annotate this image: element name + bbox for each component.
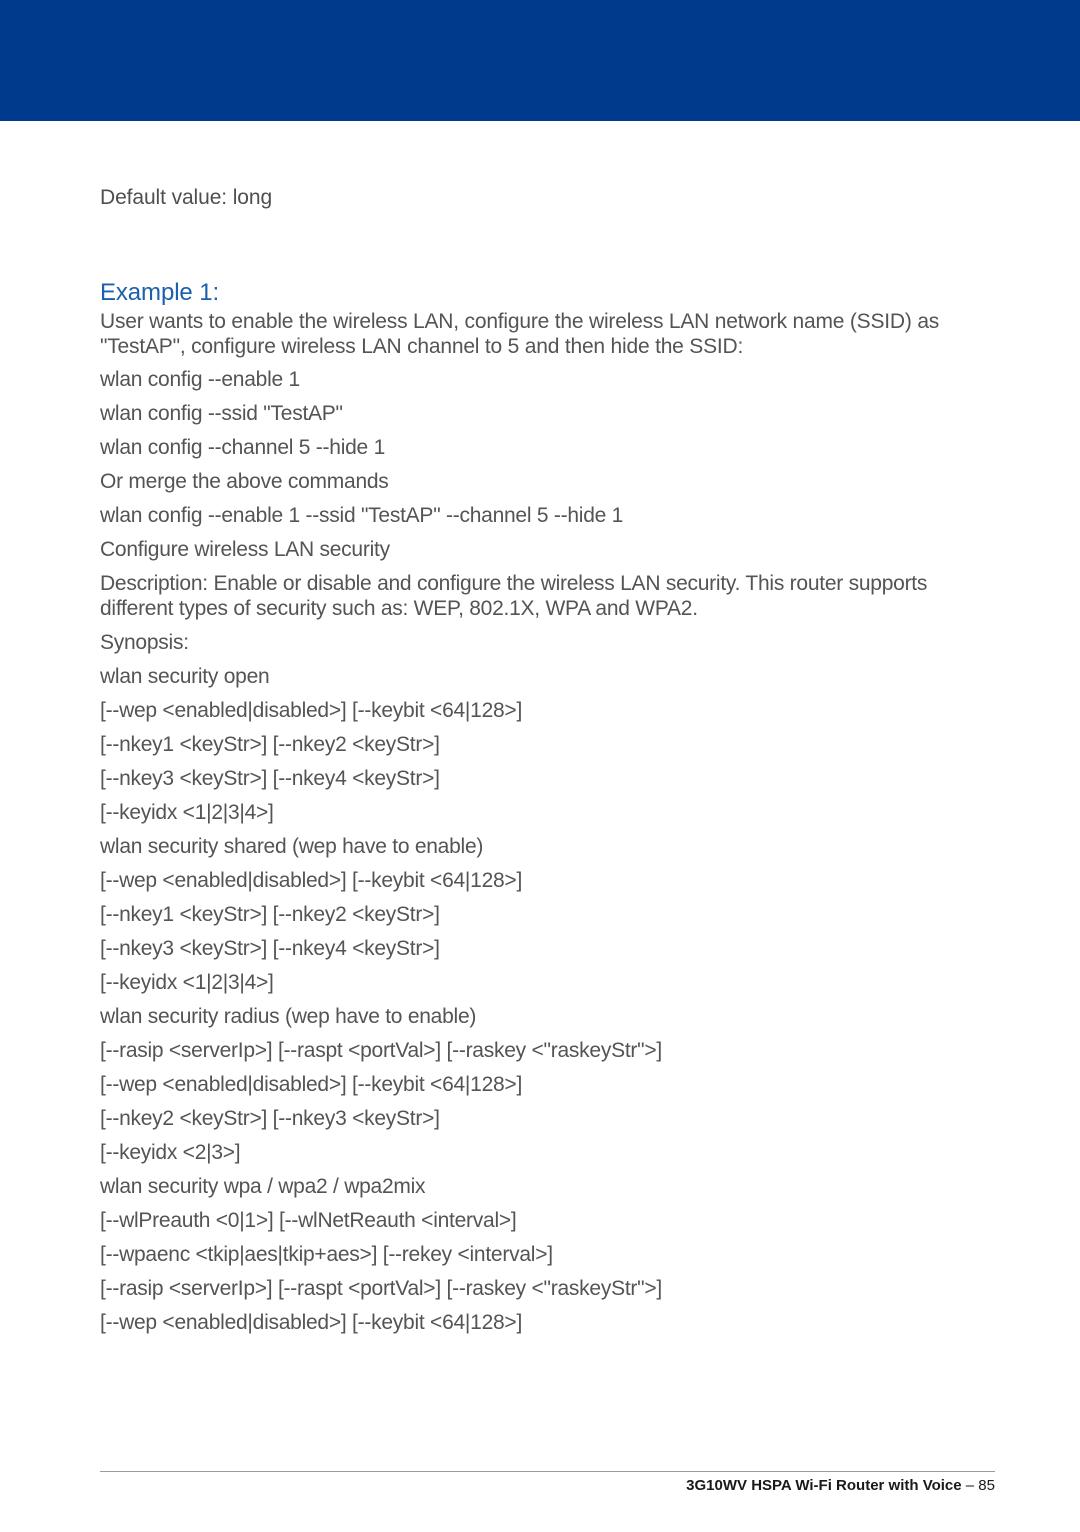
command-line: [--keyidx <2|3>] <box>100 1140 995 1165</box>
command-line: wlan config --enable 1 <box>100 367 995 392</box>
command-line: Configure wireless LAN security <box>100 537 995 562</box>
command-line: wlan config --ssid "TestAP" <box>100 401 995 426</box>
footer-product: 3G10WV HSPA Wi-Fi Router with Voice <box>686 1477 961 1494</box>
footer-page-number: – 85 <box>962 1477 995 1494</box>
command-line: [--rasip <serverIp>] [--raspt <portVal>]… <box>100 1038 995 1063</box>
command-line: [--wep <enabled|disabled>] [--keybit <64… <box>100 1072 995 1097</box>
command-line: wlan security wpa / wpa2 / wpa2mix <box>100 1174 995 1199</box>
example-intro: User wants to enable the wireless LAN, c… <box>100 309 995 359</box>
command-line: [--wep <enabled|disabled>] [--keybit <64… <box>100 698 995 723</box>
page-content: Default value: long Example 1: User want… <box>0 121 1080 1532</box>
command-line: [--keyidx <1|2|3|4>] <box>100 970 995 995</box>
header-band <box>0 0 1080 121</box>
command-line: Or merge the above commands <box>100 469 995 494</box>
command-line: [--wlPreauth <0|1>] [--wlNetReauth <inte… <box>100 1208 995 1233</box>
command-line: [--nkey1 <keyStr>] [--nkey2 <keyStr>] <box>100 902 995 927</box>
command-line: wlan config --enable 1 --ssid "TestAP" -… <box>100 503 995 528</box>
command-line: [--nkey3 <keyStr>] [--nkey4 <keyStr>] <box>100 936 995 961</box>
command-line: [--nkey3 <keyStr>] [--nkey4 <keyStr>] <box>100 766 995 791</box>
command-line: wlan security shared (wep have to enable… <box>100 834 995 859</box>
command-line: wlan security radius (wep have to enable… <box>100 1004 995 1029</box>
command-line: [--nkey1 <keyStr>] [--nkey2 <keyStr>] <box>100 732 995 757</box>
command-line: [--wep <enabled|disabled>] [--keybit <64… <box>100 868 995 893</box>
command-line: wlan config --channel 5 --hide 1 <box>100 435 995 460</box>
command-line: [--wep <enabled|disabled>] [--keybit <64… <box>100 1310 995 1335</box>
command-line: [--keyidx <1|2|3|4>] <box>100 800 995 825</box>
command-line: wlan security open <box>100 664 995 689</box>
default-value-text: Default value: long <box>100 184 995 212</box>
command-line: [--nkey2 <keyStr>] [--nkey3 <keyStr>] <box>100 1106 995 1131</box>
command-line: Synopsis: <box>100 630 995 655</box>
command-line: [--wpaenc <tkip|aes|tkip+aes>] [--rekey … <box>100 1242 995 1267</box>
command-line: Description: Enable or disable and confi… <box>100 571 995 621</box>
example-heading: Example 1: <box>100 278 995 308</box>
command-lines: wlan config --enable 1 wlan config --ssid… <box>100 367 995 1335</box>
page-footer: 3G10WV HSPA Wi-Fi Router with Voice – 85 <box>100 1471 995 1494</box>
command-line: [--rasip <serverIp>] [--raspt <portVal>]… <box>100 1276 995 1301</box>
